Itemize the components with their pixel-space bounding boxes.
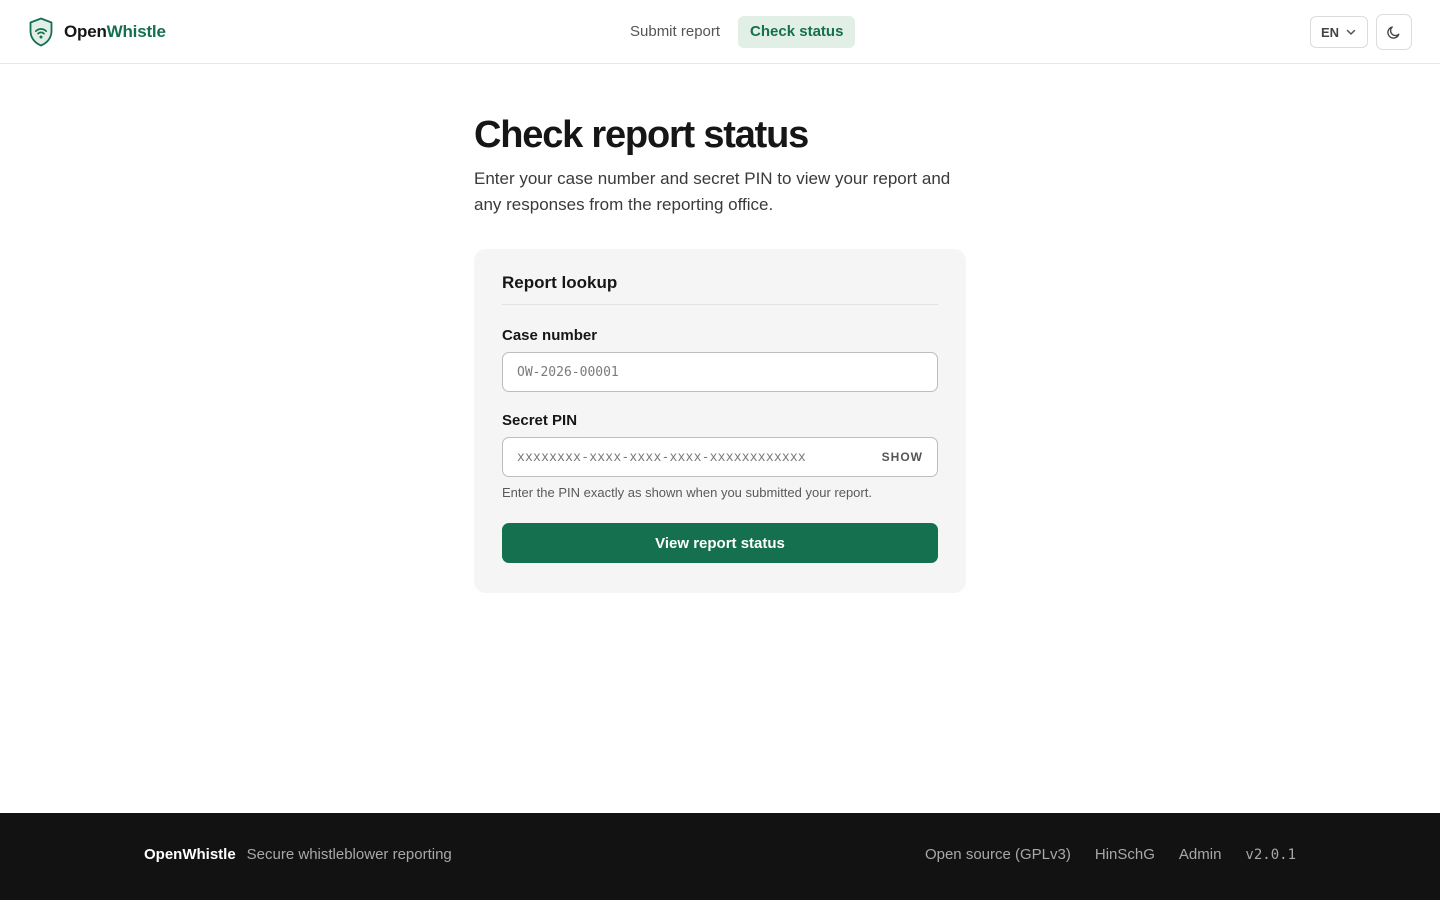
footer-link-admin[interactable]: Admin	[1179, 846, 1222, 863]
report-lookup-card: Report lookup Case number Secret PIN SHO…	[474, 249, 966, 593]
theme-toggle-button[interactable]	[1376, 14, 1412, 50]
secret-pin-input[interactable]	[503, 438, 937, 476]
main-nav: Submit report Check status	[618, 16, 856, 48]
footer-brand: OpenWhistle	[144, 846, 236, 863]
language-select[interactable]: EN	[1310, 16, 1368, 48]
page-subtitle: Enter your case number and secret PIN to…	[474, 169, 951, 214]
view-report-status-button[interactable]: View report status	[502, 523, 938, 563]
top-header: OpenWhistle Submit report Check status E…	[0, 0, 1440, 64]
pin-hint: Enter the PIN exactly as shown when you …	[502, 485, 872, 500]
shield-wifi-icon	[29, 17, 53, 47]
moon-icon	[1387, 26, 1400, 39]
footer-link-open-source[interactable]: Open source (GPLv3)	[925, 846, 1071, 863]
page-title: Check report status	[474, 114, 809, 156]
case-number-label: Case number	[502, 327, 598, 344]
show-pin-button[interactable]: SHOW	[882, 438, 923, 476]
case-number-field-wrapper	[502, 352, 938, 392]
footer-link-hinschg[interactable]: HinSchG	[1095, 846, 1155, 863]
brand[interactable]: OpenWhistle	[28, 17, 166, 47]
footer-links: Open source (GPLv3) HinSchG Admin v2.0.1	[925, 846, 1296, 863]
secret-pin-label: Secret PIN	[502, 412, 578, 429]
case-number-input[interactable]	[503, 353, 937, 391]
footer: OpenWhistle Secure whistleblower reporti…	[0, 813, 1440, 900]
language-label: EN	[1320, 24, 1340, 40]
footer-version: v2.0.1	[1245, 847, 1296, 863]
footer-tagline: Secure whistleblower reporting	[246, 846, 452, 863]
card-title: Report lookup	[502, 273, 938, 305]
secret-pin-field-wrapper: SHOW	[502, 437, 938, 477]
brand-name: OpenWhistle	[64, 22, 166, 42]
brand-name-part2: Whistle	[106, 22, 166, 41]
brand-name-part1: Open	[64, 22, 107, 41]
nav-check-status[interactable]: Check status	[738, 16, 856, 48]
nav-submit-report[interactable]: Submit report	[618, 16, 732, 48]
footer-brand-block: OpenWhistle Secure whistleblower reporti…	[144, 846, 452, 863]
chevron-down-icon	[1346, 29, 1356, 35]
main-content: Check report status Enter your case numb…	[474, 112, 966, 593]
